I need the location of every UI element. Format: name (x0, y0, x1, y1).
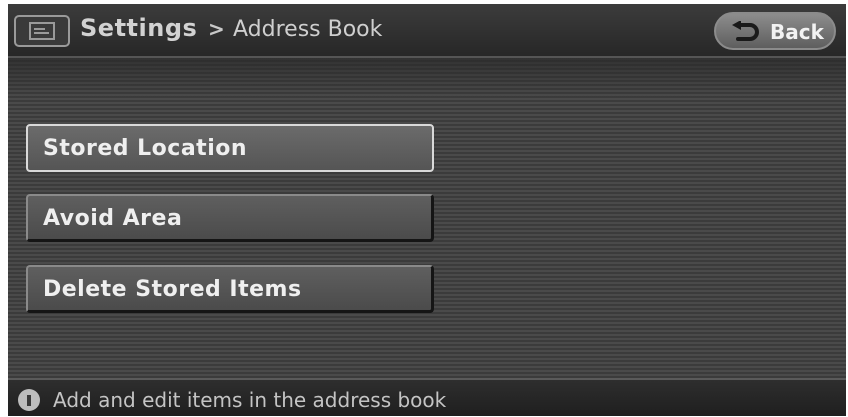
delete-stored-items-button[interactable]: Delete Stored Items (26, 265, 434, 313)
status-bar: Add and edit items in the address book (8, 378, 846, 416)
nav-screen: Settings > Address Book Back Stored Loca… (0, 0, 848, 417)
back-label: Back (770, 20, 824, 44)
delete-stored-items-label: Delete Stored Items (43, 277, 302, 302)
breadcrumb-current: Address Book (233, 17, 383, 42)
status-text: Add and edit items in the address book (53, 388, 447, 412)
info-icon (18, 389, 40, 411)
return-arrow-icon (732, 21, 759, 41)
screen-icon (14, 15, 70, 47)
menu-area-shade (8, 58, 846, 98)
avoid-area-button[interactable]: Avoid Area (26, 194, 434, 242)
breadcrumb-separator: > (208, 17, 225, 41)
header-bar: Settings > Address Book Back (8, 4, 846, 58)
display-panel: Settings > Address Book Back Stored Loca… (8, 4, 846, 416)
avoid-area-label: Avoid Area (43, 206, 183, 231)
page-title: Settings (80, 14, 198, 42)
back-button[interactable]: Back (714, 12, 836, 50)
stored-location-button[interactable]: Stored Location (26, 124, 434, 172)
stored-location-label: Stored Location (43, 136, 248, 161)
